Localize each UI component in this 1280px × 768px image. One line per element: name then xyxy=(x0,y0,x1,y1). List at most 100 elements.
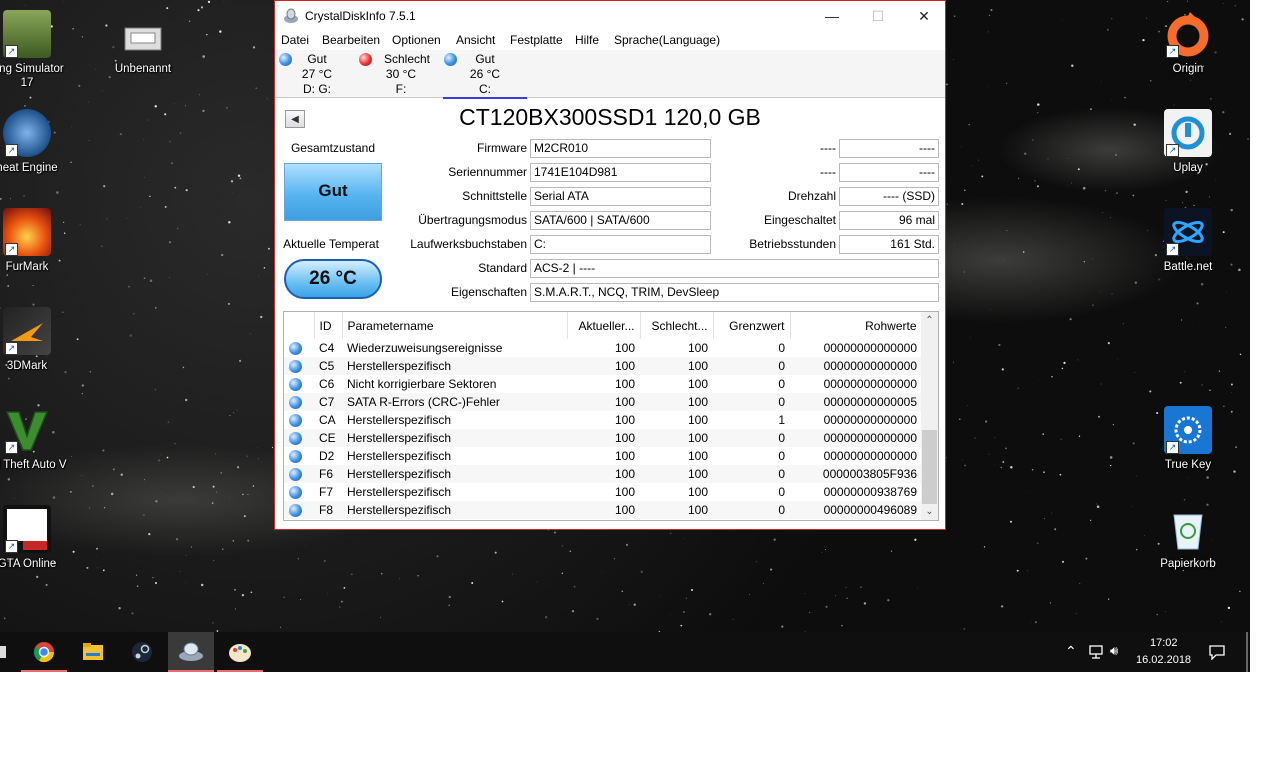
drive-letters: C: xyxy=(479,82,491,96)
parameter-name: Herstellerspezifisch xyxy=(342,429,567,447)
firmware-label: Firmware xyxy=(477,141,527,155)
desktop-icon-gta-v[interactable]: ↗ nd Theft Auto V xyxy=(0,406,72,472)
minimize-button[interactable]: — xyxy=(809,1,855,31)
column-header-raw[interactable]: Rohwerte xyxy=(790,312,923,339)
current-value: 100 xyxy=(567,465,640,483)
cheat-engine-icon: ↗ xyxy=(3,109,51,157)
status-good-icon xyxy=(289,450,302,464)
threshold-value: 0 xyxy=(713,357,790,375)
worst-value: 100 xyxy=(640,465,713,483)
maximize-button[interactable]: ☐ xyxy=(855,1,901,31)
menu-datei[interactable]: Datei xyxy=(281,33,309,47)
scroll-up-icon[interactable]: ⌃ xyxy=(921,312,938,329)
desktop-icon-cheat-engine[interactable]: ↗ heat Engine xyxy=(0,109,72,175)
menu-festplatte[interactable]: Festplatte xyxy=(510,33,563,47)
chrome-icon xyxy=(33,642,55,663)
attribute-id: C4 xyxy=(314,339,342,357)
desktop-icon-3dmark[interactable]: ↗ 3DMark xyxy=(0,307,72,373)
status-cell xyxy=(284,393,314,411)
temperature-button[interactable]: 26 °C xyxy=(284,259,382,299)
close-button[interactable]: ✕ xyxy=(901,1,947,31)
drive-tab-c[interactable]: Gut 26 °C C: xyxy=(443,50,527,99)
taskbar-crystaldiskinfo[interactable] xyxy=(168,632,214,672)
scroll-down-icon[interactable]: ⌄ xyxy=(921,503,938,520)
table-row[interactable]: C5 Herstellerspezifisch 100 100 0 00000000000… xyxy=(284,357,922,375)
column-header-current[interactable]: Aktueller... xyxy=(567,312,641,339)
desktop-icon-unbenannt[interactable]: Unbenannt xyxy=(98,18,188,76)
table-row[interactable]: CA Herstellerspezifisch 100 100 1 00000000000… xyxy=(284,411,922,429)
gta-v-icon: ↗ xyxy=(3,406,51,454)
drive-tab-f[interactable]: Schlecht 30 °C F: xyxy=(359,50,443,97)
menu-sprache[interactable]: Sprache(Language) xyxy=(614,33,720,47)
attribute-id: C6 xyxy=(314,375,342,393)
features-value: S.M.A.R.T., NCQ, TRIM, DevSleep xyxy=(530,283,939,302)
table-row[interactable]: F7 Herstellerspezifisch 100 100 0 00000000938… xyxy=(284,483,922,501)
raw-value: 00000000938769 xyxy=(790,483,922,501)
smart-attributes-table[interactable]: ID Parametername Aktueller... Schlecht..… xyxy=(283,311,939,521)
network-icon[interactable] xyxy=(1087,644,1105,660)
desktop-icon-recycle-bin[interactable]: Papierkorb xyxy=(1143,505,1233,571)
taskbar-start-edge[interactable] xyxy=(0,632,8,672)
desktop-icon-truekey[interactable]: ↗ True Key xyxy=(1143,406,1233,472)
menu-optionen[interactable]: Optionen xyxy=(392,33,441,47)
show-hidden-icons-icon[interactable]: ⌃ xyxy=(1065,643,1077,660)
health-status-button[interactable]: Gut xyxy=(284,163,382,221)
scrollbar-thumb[interactable] xyxy=(922,430,937,504)
status-cell xyxy=(284,429,314,447)
table-row[interactable]: C7 SATA R-Errors (CRC-)Fehler 100 100 0 00000… xyxy=(284,393,922,411)
power-on-hours-value: 161 Std. xyxy=(839,235,939,254)
drive-tab-d-g[interactable]: Gut 27 °C D: G: xyxy=(277,50,357,97)
status-good-icon xyxy=(279,53,292,66)
table-row[interactable]: F8 Herstellerspezifisch 100 100 0 00000000496… xyxy=(284,501,922,519)
serial-label: Seriennummer xyxy=(448,165,527,179)
volume-icon[interactable]: 🔊︎ xyxy=(1110,643,1118,659)
clock-time[interactable]: 17:02 xyxy=(1150,637,1178,649)
table-scrollbar[interactable]: ⌃ ⌄ xyxy=(921,312,938,520)
taskbar-chrome[interactable] xyxy=(21,632,67,672)
column-header-id[interactable]: ID xyxy=(314,312,343,339)
truekey-icon: ↗ xyxy=(1164,406,1212,454)
status-cell xyxy=(284,357,314,375)
title-bar[interactable]: CrystalDiskInfo 7.5.1 — ☐ ✕ xyxy=(275,1,945,31)
shortcut-arrow-icon: ↗ xyxy=(1166,441,1179,454)
menu-ansicht[interactable]: Ansicht xyxy=(456,33,495,47)
uplay-icon: ↗ xyxy=(1164,109,1212,157)
column-header-worst[interactable]: Schlecht... xyxy=(640,312,714,339)
table-row[interactable]: C4 Wiederzuweisungsereignisse 100 100 0 00000… xyxy=(284,339,922,357)
taskbar-steam[interactable] xyxy=(119,632,165,672)
current-value: 100 xyxy=(567,339,640,357)
current-value: 100 xyxy=(567,429,640,447)
shortcut-arrow-icon: ↗ xyxy=(5,342,18,355)
raw-value: 00000000496089 xyxy=(790,501,922,519)
parameter-name: Herstellerspezifisch xyxy=(342,483,567,501)
status-cell xyxy=(284,465,314,483)
current-value: 100 xyxy=(567,375,640,393)
attribute-id: CE xyxy=(314,429,342,447)
threshold-value: 1 xyxy=(713,411,790,429)
table-row[interactable]: F6 Herstellerspezifisch 100 100 0 0000003805F… xyxy=(284,465,922,483)
raw-value: 00000000000005 xyxy=(790,393,922,411)
taskbar-paint[interactable] xyxy=(217,632,263,672)
show-desktop-edge[interactable] xyxy=(1246,632,1248,672)
desktop-icon-uplay[interactable]: ↗ Uplay xyxy=(1143,109,1233,175)
column-header-parameter[interactable]: Parametername xyxy=(342,312,568,339)
desktop-icon-battlenet[interactable]: ↗ Battle.net xyxy=(1143,208,1233,274)
column-header-status[interactable] xyxy=(284,312,315,339)
raw-value: 00000000000000 xyxy=(790,357,922,375)
column-header-threshold[interactable]: Grenzwert xyxy=(713,312,791,339)
action-center-icon[interactable] xyxy=(1208,644,1226,660)
menu-bearbeiten[interactable]: Bearbeiten xyxy=(322,33,380,47)
threshold-value: 0 xyxy=(713,447,790,465)
desktop-icon-origin[interactable]: ↗ Origin xyxy=(1143,10,1233,76)
table-row[interactable]: D2 Herstellerspezifisch 100 100 0 00000000000… xyxy=(284,447,922,465)
desktop-icon-gta-online[interactable]: ↗ GTA Online xyxy=(0,505,72,571)
table-row[interactable]: C6 Nicht korrigierbare Sektoren 100 100 0 000… xyxy=(284,375,922,393)
menu-hilfe[interactable]: Hilfe xyxy=(575,33,599,47)
desktop-icon-furmark[interactable]: ↗ FurMark xyxy=(0,208,72,274)
desktop-icon-farming-simulator[interactable]: ↗ ning Simulator 17 xyxy=(0,10,72,90)
table-row[interactable]: CE Herstellerspezifisch 100 100 0 00000000000… xyxy=(284,429,922,447)
clock-date[interactable]: 16.02.2018 xyxy=(1136,654,1191,666)
attribute-id: F7 xyxy=(314,483,342,501)
rotation-rate-value: ---- (SSD) xyxy=(839,187,939,206)
taskbar-file-explorer[interactable] xyxy=(70,632,116,672)
